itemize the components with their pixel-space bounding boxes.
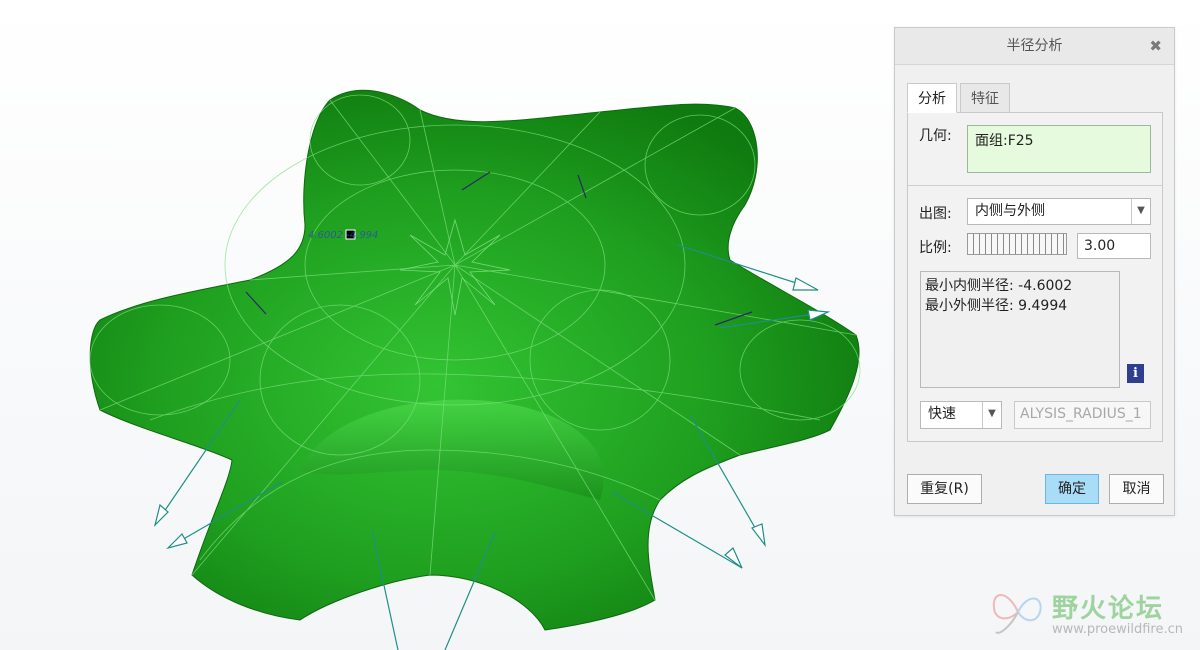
watermark: 野火论坛 www.proewildfire.cn: [990, 582, 1190, 642]
info-icon[interactable]: i: [1127, 364, 1144, 383]
mode-value: 快速: [928, 406, 956, 422]
output-dropdown[interactable]: 内侧与外侧 ▼: [967, 198, 1151, 225]
geometry-value: 面组:F25: [975, 133, 1034, 149]
watermark-url: www.proewildfire.cn: [1052, 622, 1183, 637]
watermark-title: 野火论坛: [1052, 594, 1165, 624]
output-label: 出图:: [919, 206, 952, 222]
scale-input[interactable]: 3.00: [1077, 233, 1151, 259]
radius-annotation: 4.6002 -4.994: [308, 230, 378, 241]
ok-button[interactable]: 确定: [1045, 474, 1099, 504]
geometry-label: 几何:: [919, 128, 952, 144]
tab-analysis[interactable]: 分析: [907, 83, 957, 113]
butterfly-logo-icon: [992, 594, 1042, 634]
cancel-button[interactable]: 取消: [1109, 474, 1164, 504]
min-inner-radius: 最小内侧半径: -4.6002: [925, 278, 1073, 294]
radius-analysis-dialog: 半径分析 ✖ 分析 特征 几何: 面组:F25 出图: 内侧与外侧 ▼ 比例: …: [894, 27, 1175, 516]
min-outer-radius: 最小外侧半径: 9.4994: [925, 298, 1068, 314]
output-value: 内侧与外侧: [975, 203, 1045, 219]
geometry-collector[interactable]: 面组:F25: [967, 125, 1151, 173]
mode-dropdown[interactable]: 快速 ▼: [920, 401, 1002, 429]
scale-slider[interactable]: [967, 233, 1067, 255]
tab-feature[interactable]: 特征: [960, 83, 1010, 113]
scale-label: 比例:: [919, 240, 952, 256]
close-icon[interactable]: ✖: [1149, 28, 1162, 64]
divider: [908, 185, 1162, 186]
analysis-panel: 几何: 面组:F25 出图: 内侧与外侧 ▼ 比例: 3.00 最小内侧半径: …: [907, 112, 1163, 442]
repeat-button[interactable]: 重复(R): [907, 474, 982, 504]
chevron-down-icon: ▼: [982, 402, 1001, 428]
results-area: 最小内侧半径: -4.6002 最小外侧半径: 9.4994: [920, 271, 1120, 388]
chevron-down-icon: ▼: [1131, 199, 1150, 224]
analysis-name-field[interactable]: ALYSIS_RADIUS_1: [1014, 401, 1151, 429]
surface-body: [89, 89, 860, 631]
dialog-title: 半径分析: [895, 28, 1174, 65]
